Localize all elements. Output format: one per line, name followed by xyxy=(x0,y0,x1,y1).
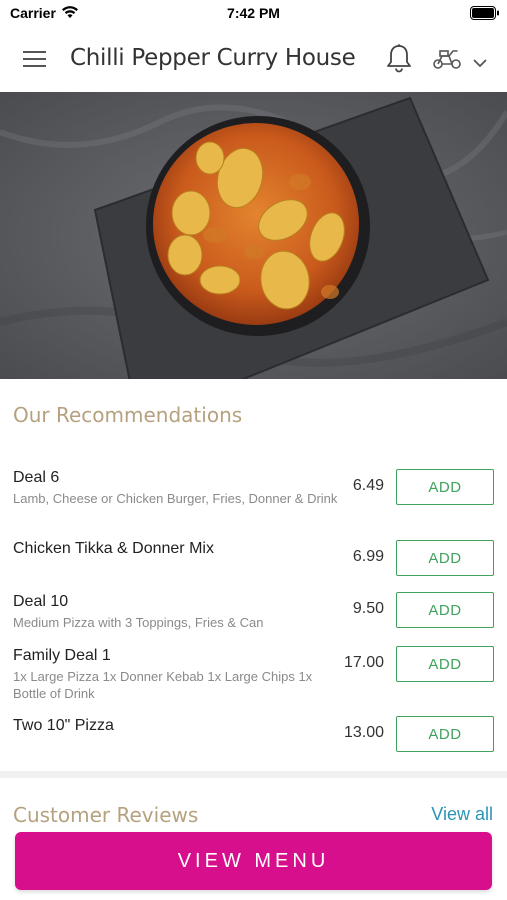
add-button[interactable]: ADD xyxy=(396,540,494,576)
customer-reviews-heading: Customer Reviews xyxy=(13,803,199,827)
recommendations-heading: Our Recommendations xyxy=(13,403,243,427)
restaurant-title: Chilli Pepper Curry House xyxy=(70,45,356,71)
section-divider xyxy=(0,771,507,778)
item-name: Chicken Tikka & Donner Mix xyxy=(13,540,214,557)
item-description: Medium Pizza with 3 Toppings, Fries & Ca… xyxy=(13,615,264,630)
hamburger-menu-icon[interactable] xyxy=(22,48,48,70)
hero-food-image xyxy=(0,92,507,379)
add-button[interactable]: ADD xyxy=(396,592,494,628)
item-name: Family Deal 1 xyxy=(13,647,111,664)
item-price: 9.50 xyxy=(352,600,384,617)
item-description: 1x Large Pizza 1x Donner Kebab 1x Large … xyxy=(13,669,313,701)
item-name: Two 10" Pizza xyxy=(13,717,114,734)
item-price: 17.00 xyxy=(343,654,384,671)
add-button[interactable]: ADD xyxy=(396,716,494,752)
delivery-scooter-icon[interactable] xyxy=(432,47,462,76)
item-name: Deal 6 xyxy=(13,469,60,486)
status-time: 7:42 PM xyxy=(227,5,280,21)
chevron-down-icon[interactable] xyxy=(473,55,487,73)
add-button[interactable]: ADD xyxy=(396,646,494,682)
battery-icon xyxy=(470,6,500,25)
item-price: 13.00 xyxy=(343,724,384,741)
app-header: Chilli Pepper Curry House xyxy=(0,26,507,92)
view-menu-button[interactable]: VIEW MENU xyxy=(15,832,492,890)
item-price: 6.49 xyxy=(352,477,384,494)
add-button[interactable]: ADD xyxy=(396,469,494,505)
item-description: Lamb, Cheese or Chicken Burger, Fries, D… xyxy=(13,491,338,506)
bell-icon[interactable] xyxy=(385,43,413,78)
item-price: 6.99 xyxy=(352,548,384,565)
view-all-reviews-link[interactable]: View all xyxy=(431,804,493,825)
status-bar: Carrier 7:42 PM xyxy=(0,0,507,26)
item-name: Deal 10 xyxy=(13,593,69,610)
